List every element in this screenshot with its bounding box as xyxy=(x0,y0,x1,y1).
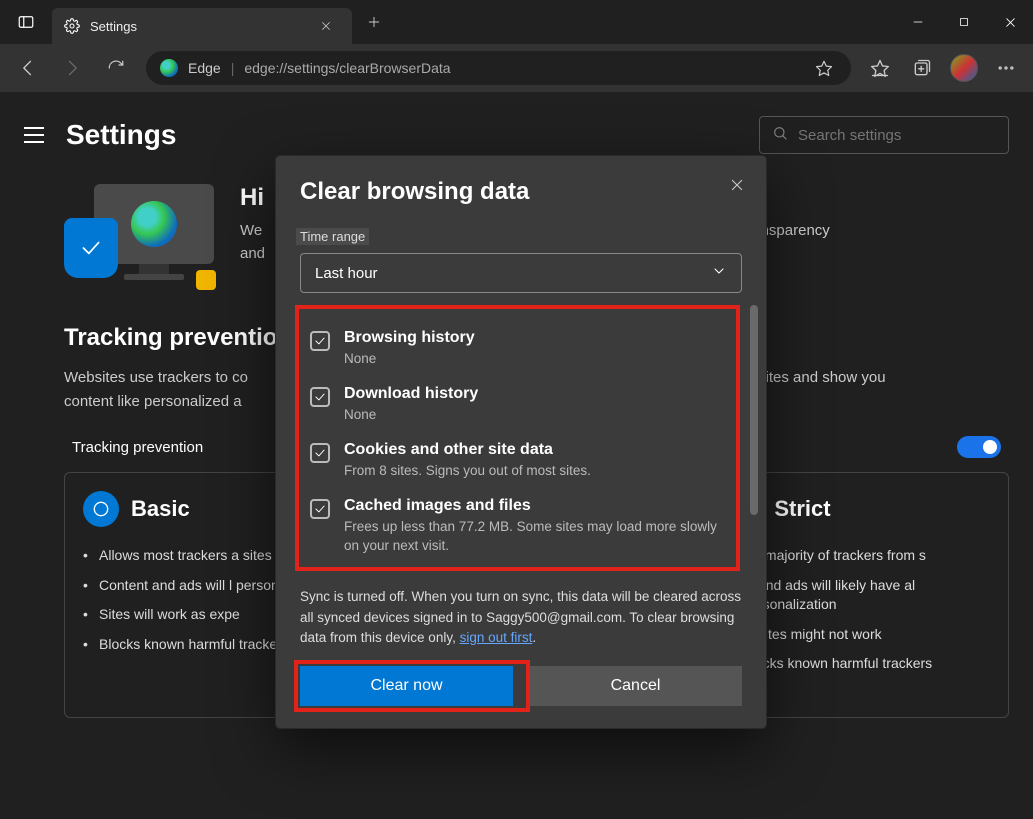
sign-out-link[interactable]: sign out first xyxy=(460,630,533,645)
option-title: Cookies and other site data xyxy=(344,441,591,459)
titlebar-left: Settings xyxy=(0,0,392,44)
dialog-title: Clear browsing data xyxy=(300,178,742,206)
back-button[interactable] xyxy=(8,48,48,88)
clear-now-button[interactable]: Clear now xyxy=(300,666,513,706)
option-sub: Frees up less than 77.2 MB. Some sites m… xyxy=(344,519,717,553)
address-bar[interactable]: Edge | edge://settings/clearBrowserData xyxy=(146,51,851,85)
checkbox-browsing-history[interactable] xyxy=(310,331,330,351)
page-title: Settings xyxy=(66,119,741,151)
addr-brand: Edge xyxy=(188,60,221,76)
tab-close-button[interactable] xyxy=(312,12,340,40)
address-url: edge://settings/clearBrowserData xyxy=(244,60,801,76)
sync-note: Sync is turned off. When you turn on syn… xyxy=(300,587,742,648)
menu-button[interactable] xyxy=(24,123,48,147)
addr-separator: | xyxy=(231,60,235,76)
options-scrollbar[interactable] xyxy=(750,305,758,515)
window-close-button[interactable] xyxy=(987,0,1033,44)
forward-button[interactable] xyxy=(52,48,92,88)
tab-title: Settings xyxy=(90,19,302,34)
more-button[interactable] xyxy=(987,49,1025,87)
hero-line2: and xyxy=(240,245,265,262)
clear-browsing-data-dialog: Clear browsing data Time range Last hour… xyxy=(276,156,766,728)
option-sub: None xyxy=(344,351,376,366)
time-range-value: Last hour xyxy=(315,265,378,282)
search-icon xyxy=(772,125,788,146)
tracking-toggle[interactable] xyxy=(957,436,1001,458)
time-range-select[interactable]: Last hour xyxy=(300,253,742,293)
card-basic-title: Basic xyxy=(131,496,190,522)
option-cookies: Cookies and other site data From 8 sites.… xyxy=(310,433,732,489)
checkbox-cookies[interactable] xyxy=(310,443,330,463)
option-title: Cached images and files xyxy=(344,497,732,515)
gear-icon xyxy=(64,18,80,34)
hero-line1: We xyxy=(240,222,262,239)
shield-icon xyxy=(64,218,118,278)
browser-tab-settings[interactable]: Settings xyxy=(52,8,352,44)
tracking-desc-2: content like personalized a xyxy=(64,393,242,410)
new-tab-button[interactable] xyxy=(356,15,392,29)
checkbox-cached-images[interactable] xyxy=(310,499,330,519)
option-download-history: Download history None xyxy=(310,377,732,433)
avatar xyxy=(950,54,978,82)
cancel-button[interactable]: Cancel xyxy=(529,666,742,706)
chevron-down-icon xyxy=(711,263,727,283)
window-maximize-button[interactable] xyxy=(941,0,987,44)
tracking-toggle-label: Tracking prevention xyxy=(72,439,203,456)
hero-illustration xyxy=(64,184,214,294)
window-minimize-button[interactable] xyxy=(895,0,941,44)
refresh-button[interactable] xyxy=(96,48,136,88)
dialog-close-button[interactable] xyxy=(722,170,752,200)
option-title: Download history xyxy=(344,385,478,403)
search-settings-box[interactable] xyxy=(759,116,1009,154)
browser-toolbar: Edge | edge://settings/clearBrowserData xyxy=(0,44,1033,92)
option-title: Browsing history xyxy=(344,329,475,347)
checkbox-download-history[interactable] xyxy=(310,387,330,407)
time-range-label: Time range xyxy=(296,228,369,245)
basic-icon xyxy=(83,491,119,527)
card-strict-title: Strict xyxy=(774,496,830,522)
profile-button[interactable] xyxy=(945,49,983,87)
window-titlebar: Settings xyxy=(0,0,1033,44)
search-settings-input[interactable] xyxy=(798,127,997,144)
window-controls xyxy=(895,0,1033,44)
add-favorite-button[interactable] xyxy=(811,49,837,87)
collections-button[interactable] xyxy=(903,49,941,87)
edge-logo-icon xyxy=(160,59,178,77)
tracking-desc-1: Websites use trackers to co xyxy=(64,369,248,386)
clear-data-options: Browsing history None Download history Non… xyxy=(300,309,742,569)
option-browsing-history: Browsing history None xyxy=(310,321,732,377)
tab-actions-button[interactable] xyxy=(0,13,52,31)
lock-icon xyxy=(196,270,216,290)
option-cached-images: Cached images and files Frees up less tha… xyxy=(310,489,732,564)
option-sub: None xyxy=(344,407,376,422)
option-sub: From 8 sites. Signs you out of most site… xyxy=(344,463,591,478)
favorites-button[interactable] xyxy=(861,49,899,87)
